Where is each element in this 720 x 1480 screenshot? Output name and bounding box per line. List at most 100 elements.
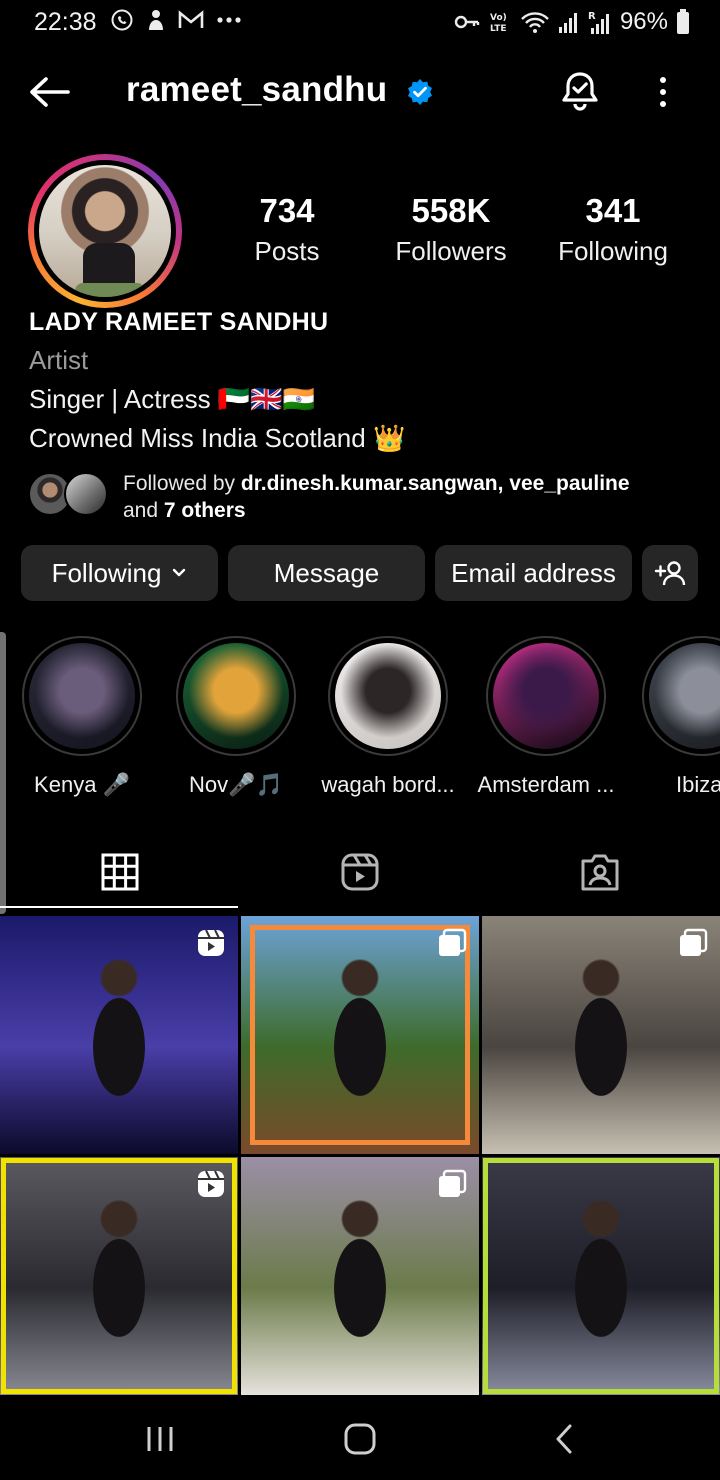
profile-avatar [34, 160, 176, 302]
email-button-label: Email address [451, 557, 616, 588]
reel-badge-icon [196, 928, 226, 958]
home-button[interactable] [330, 1418, 390, 1460]
system-navigation-bar [0, 1398, 720, 1480]
more-dots-icon [216, 16, 242, 24]
highlight-label: Ibiza [676, 772, 720, 797]
stat-following-label: Following [558, 236, 668, 266]
stat-posts-value: 734 [259, 192, 315, 229]
status-left-icons [110, 8, 242, 32]
following-button[interactable]: Following [21, 545, 218, 601]
highlight-cover [335, 643, 441, 749]
profile-category: Artist [29, 345, 89, 375]
highlight-cover [493, 643, 599, 749]
carousel-badge-icon [678, 928, 708, 958]
post-thumbnail[interactable] [241, 1157, 479, 1395]
followed-by-row[interactable]: Followed by dr.dinesh.kumar.sangwan, vee… [28, 470, 708, 522]
story-highlights[interactable]: Kenya 🎤 Nov🎤🎵 wagah bord... Amsterdam ..… [0, 636, 720, 816]
followed-by-text: Followed by dr.dinesh.kumar.sangwan, vee… [123, 472, 630, 522]
profile-username: rameet_sandhu [126, 70, 388, 109]
battery-percent: 96% [619, 8, 668, 35]
wifi-icon [520, 10, 550, 34]
svg-text:LTE: LTE [490, 24, 507, 34]
recent-apps-button[interactable] [130, 1418, 190, 1460]
highlight-cover [183, 643, 289, 749]
chevron-left-icon [556, 1424, 572, 1454]
message-button-label: Message [273, 557, 380, 588]
grid-icon [101, 853, 139, 891]
reels-icon [341, 853, 379, 891]
followed-by-others: 7 others [163, 499, 246, 522]
stat-posts[interactable]: 734 Posts [202, 192, 372, 267]
avatar-figure-lower [75, 283, 145, 297]
stat-followers[interactable]: 558K Followers [366, 192, 536, 267]
email-address-button[interactable]: Email address [435, 545, 632, 601]
bio-line: Crowned Miss India Scotland 👑 [29, 423, 406, 453]
mutual-followers-avatars [28, 472, 108, 518]
reel-badge-icon [196, 1169, 226, 1199]
highlight-label: Amsterdam ... [477, 772, 615, 797]
chevron-down-icon [173, 568, 186, 577]
carousel-badge-icon [437, 928, 467, 958]
followed-by-names: dr.dinesh.kumar.sangwan, vee_pauline [240, 472, 630, 495]
highlight-item[interactable]: wagah bord... [318, 636, 458, 798]
post-thumbnail[interactable] [0, 916, 238, 1154]
message-button[interactable]: Message [228, 545, 425, 601]
verified-badge-icon [406, 78, 434, 106]
tab-reels[interactable] [240, 836, 480, 908]
svg-text:Vo): Vo) [490, 13, 507, 23]
signal-r-icon: R [588, 9, 612, 35]
highlight-label: Nov🎤🎵 [189, 772, 283, 797]
avatar [64, 472, 108, 516]
tab-posts-grid[interactable] [0, 836, 240, 908]
stat-followers-label: Followers [395, 236, 507, 266]
battery-icon [676, 9, 690, 35]
profile-tabs [0, 836, 720, 910]
post-thumbnail[interactable] [482, 916, 720, 1154]
tagged-icon [581, 854, 619, 891]
signal-icon [558, 10, 580, 34]
highlight-label: wagah bord... [321, 772, 455, 797]
stat-following-value: 341 [585, 192, 641, 229]
highlight-cover [649, 643, 720, 749]
home-icon [344, 1423, 376, 1455]
suggested-users-button[interactable] [642, 545, 698, 601]
add-user-icon [654, 561, 686, 586]
volte-icon: Vo) LTE [488, 10, 512, 34]
highlight-item[interactable]: Nov🎤🎵 [166, 636, 306, 798]
back-arrow-icon [30, 77, 70, 107]
highlight-label: Kenya 🎤 [34, 772, 130, 797]
active-tab-indicator [0, 906, 238, 908]
stat-posts-label: Posts [254, 236, 320, 266]
key-icon [454, 14, 480, 30]
post-thumbnail[interactable] [482, 1157, 720, 1395]
highlight-item[interactable]: Ibiza [632, 636, 720, 798]
gmail-icon [178, 10, 204, 30]
back-button[interactable] [26, 72, 72, 112]
notification-icon [146, 8, 166, 32]
profile-header: rameet_sandhu [0, 60, 720, 126]
stat-followers-value: 558K [411, 192, 491, 229]
profile-display-name: LADY RAMEET SANDHU [29, 308, 329, 336]
profile-avatar-story-ring[interactable] [28, 154, 182, 308]
system-back-button[interactable] [534, 1418, 594, 1460]
notifications-button[interactable] [560, 70, 600, 114]
highlight-item[interactable]: Amsterdam ... [476, 636, 616, 798]
svg-text:R: R [588, 11, 596, 22]
more-vertical-icon [660, 77, 666, 83]
more-options-button[interactable] [648, 70, 678, 114]
post-thumbnail[interactable] [0, 1157, 238, 1395]
bio-line: Singer | Actress 🇦🇪🇬🇧🇮🇳 [29, 384, 315, 414]
following-button-label: Following [51, 557, 162, 588]
highlight-cover [29, 643, 135, 749]
stat-following[interactable]: 341 Following [528, 192, 698, 267]
status-right-icons: Vo) LTE R 96% [454, 8, 690, 36]
highlight-item[interactable]: Kenya 🎤 [12, 636, 152, 798]
posts-grid [0, 914, 720, 1398]
status-bar: 22:38 Vo) LTE R 96% [0, 0, 720, 46]
whatsapp-icon [110, 8, 134, 32]
tab-tagged[interactable] [480, 836, 720, 908]
recent-apps-icon [147, 1427, 173, 1451]
bell-check-icon [562, 72, 598, 111]
carousel-badge-icon [437, 1169, 467, 1199]
post-thumbnail[interactable] [241, 916, 479, 1154]
